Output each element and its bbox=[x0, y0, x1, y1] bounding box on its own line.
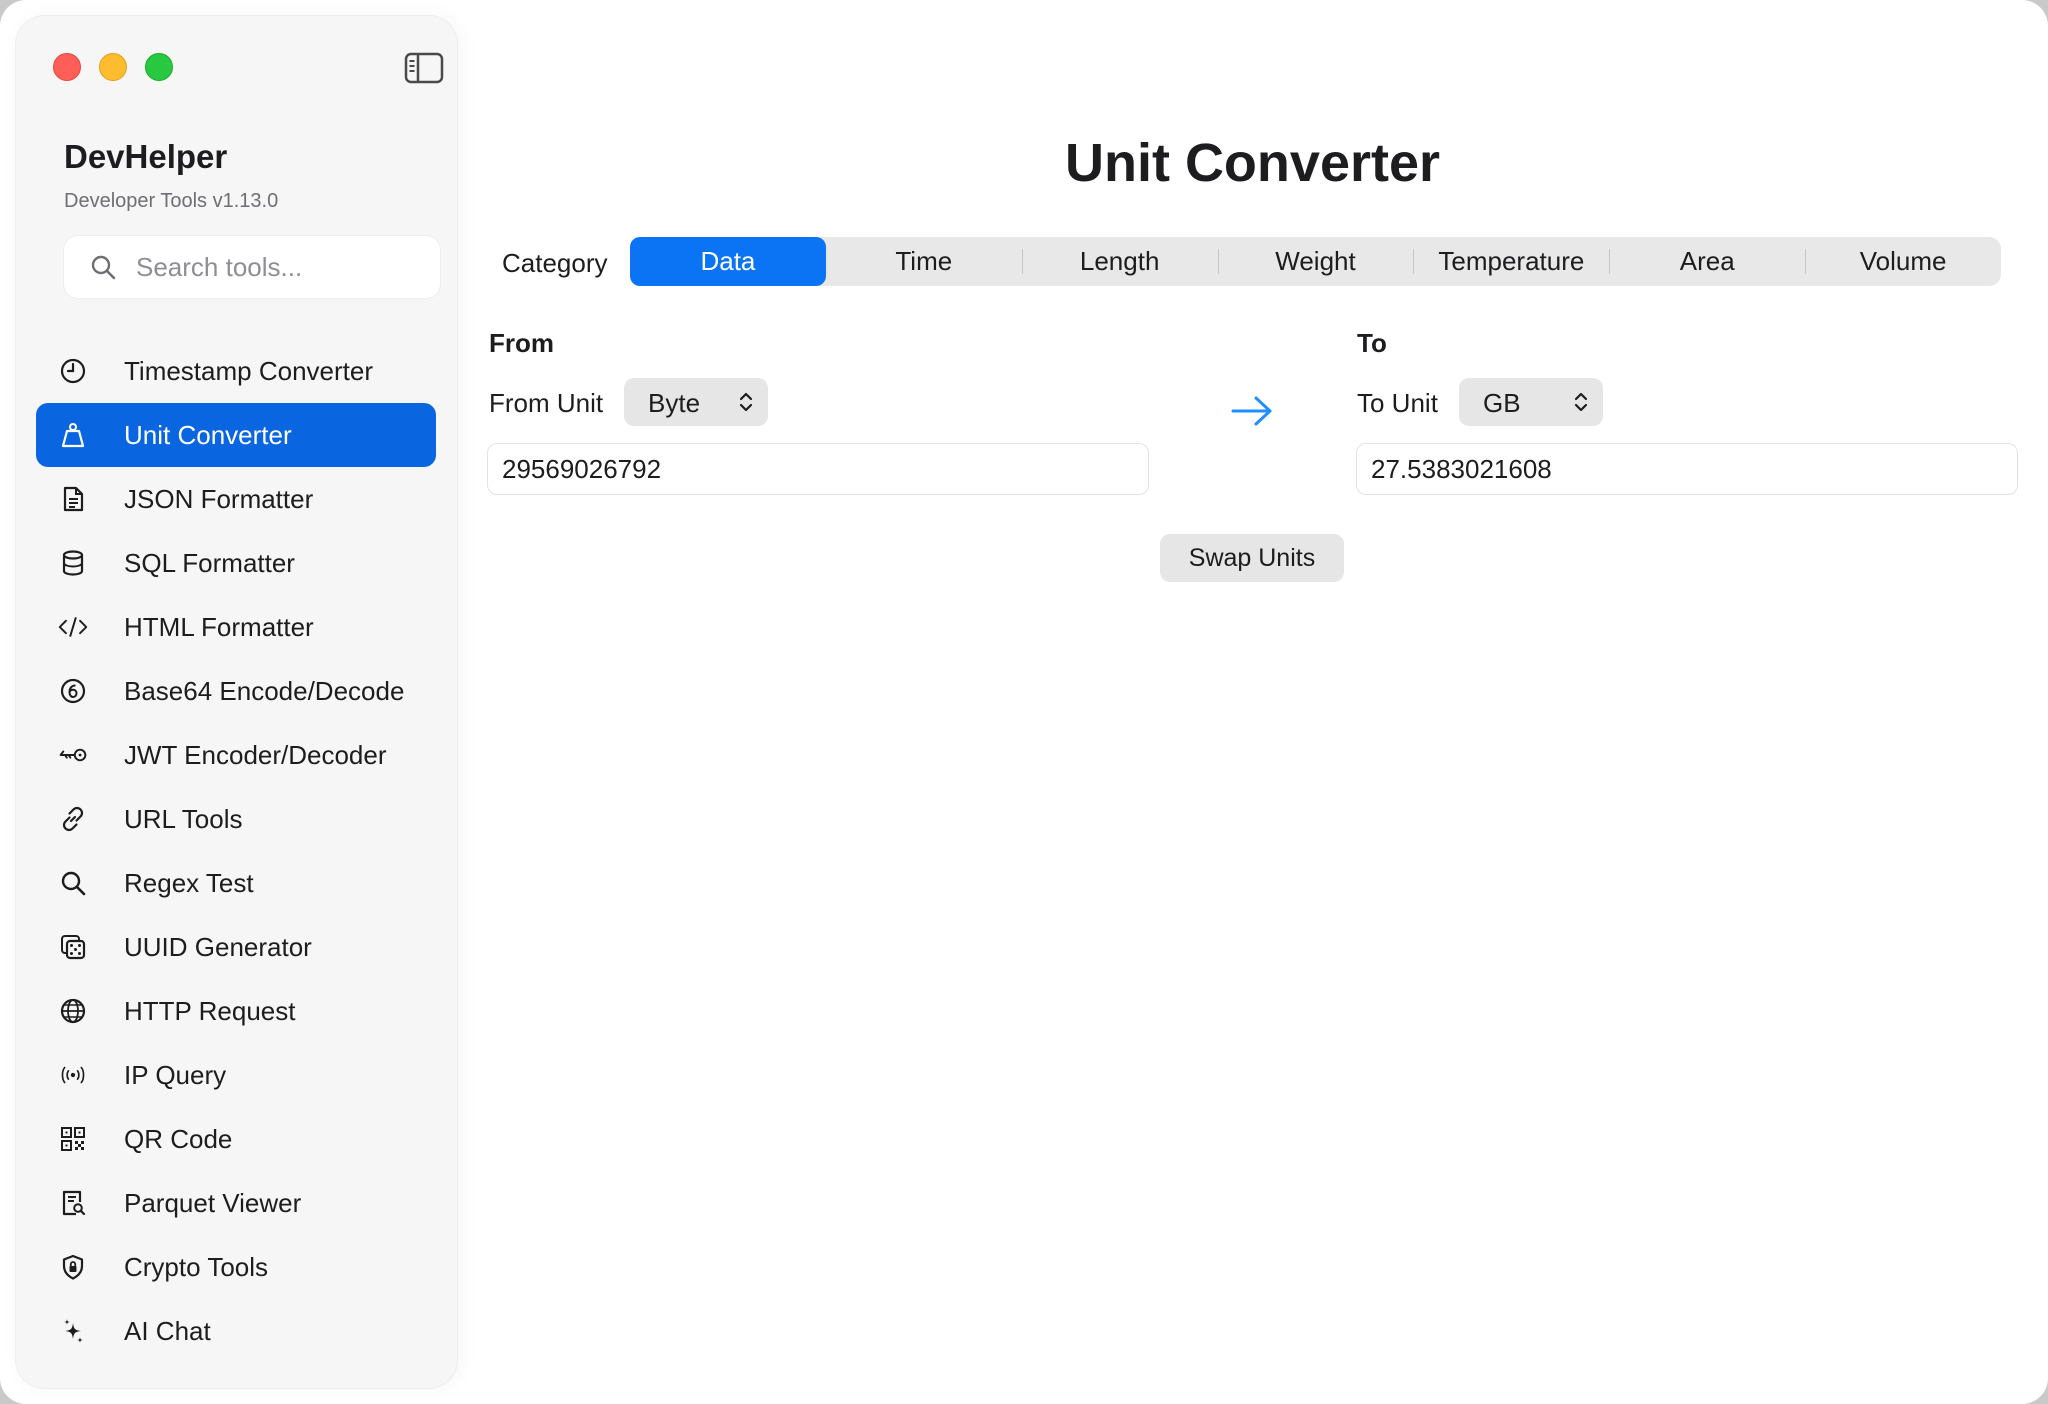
dice-icon bbox=[58, 932, 88, 962]
globe-icon bbox=[58, 996, 88, 1026]
tab-area[interactable]: Area bbox=[1609, 237, 1805, 286]
sidebar-item-url-tools[interactable]: URL Tools bbox=[36, 787, 436, 851]
main-content: Unit Converter Category Data Time Length… bbox=[457, 0, 2048, 1404]
app-name: DevHelper bbox=[64, 138, 228, 175]
sidebar-item-label: Regex Test bbox=[124, 867, 254, 898]
sidebar-item-label: HTML Formatter bbox=[124, 611, 314, 642]
tab-time[interactable]: Time bbox=[826, 237, 1022, 286]
app-window: DevHelper Developer Tools v1.13.0 Timest… bbox=[0, 0, 2048, 1404]
search-box[interactable] bbox=[64, 236, 440, 298]
sidebar-item-uuid-generator[interactable]: UUID Generator bbox=[36, 915, 436, 979]
sidebar-item-label: Base64 Encode/Decode bbox=[124, 675, 405, 706]
category-label: Category bbox=[502, 248, 608, 278]
clock-icon bbox=[58, 356, 88, 386]
close-window-button[interactable] bbox=[53, 53, 81, 81]
from-unit-select[interactable]: Byte bbox=[624, 378, 768, 426]
search-icon bbox=[91, 255, 116, 280]
zoom-window-button[interactable] bbox=[145, 53, 173, 81]
tab-weight[interactable]: Weight bbox=[1217, 237, 1414, 286]
circled-six-icon bbox=[58, 676, 88, 706]
from-unit-value: Byte bbox=[648, 388, 701, 418]
sidebar-item-json-formatter[interactable]: JSON Formatter bbox=[36, 467, 436, 531]
to-unit-label: To Unit bbox=[1357, 388, 1438, 418]
sparkles-icon bbox=[58, 1316, 88, 1346]
sidebar-item-http-request[interactable]: HTTP Request bbox=[36, 979, 436, 1043]
sidebar-item-ai-chat[interactable]: AI Chat bbox=[36, 1299, 436, 1363]
qrcode-icon bbox=[58, 1124, 88, 1154]
sidebar-item-ip-query[interactable]: IP Query bbox=[36, 1043, 436, 1107]
from-value-input[interactable] bbox=[500, 444, 1130, 494]
search-input[interactable] bbox=[134, 236, 424, 298]
sidebar-item-sql-formatter[interactable]: SQL Formatter bbox=[36, 531, 436, 595]
sidebar-item-label: UUID Generator bbox=[124, 931, 312, 962]
sidebar-item-jwt[interactable]: JWT Encoder/Decoder bbox=[36, 723, 436, 787]
code-icon bbox=[58, 612, 88, 642]
tab-volume[interactable]: Volume bbox=[1805, 237, 2001, 286]
sidebar-item-label: Unit Converter bbox=[124, 419, 292, 450]
sidebar-item-unit-converter[interactable]: Unit Converter bbox=[36, 403, 436, 467]
sidebar-toggle-icon[interactable] bbox=[404, 52, 444, 84]
tab-length[interactable]: Length bbox=[1021, 237, 1218, 286]
broadcast-icon bbox=[58, 1060, 88, 1090]
app-version: Developer Tools v1.13.0 bbox=[64, 190, 279, 212]
from-unit-label: From Unit bbox=[489, 388, 604, 418]
document-icon bbox=[58, 484, 88, 514]
magnifier-icon bbox=[58, 868, 88, 898]
sidebar-item-crypto-tools[interactable]: Crypto Tools bbox=[36, 1235, 436, 1299]
to-value-input[interactable] bbox=[1369, 444, 1999, 494]
to-unit-value: GB bbox=[1483, 388, 1521, 418]
arrow-right-icon bbox=[1231, 396, 1272, 426]
page-title: Unit Converter bbox=[1064, 133, 1441, 193]
from-title: From bbox=[489, 328, 554, 358]
to-title: To bbox=[1357, 328, 1387, 358]
sidebar-item-label: IP Query bbox=[124, 1059, 227, 1090]
from-value-field[interactable] bbox=[487, 443, 1149, 495]
sidebar-item-label: QR Code bbox=[124, 1123, 233, 1154]
sidebar-item-label: JSON Formatter bbox=[124, 483, 314, 514]
database-icon bbox=[58, 548, 88, 578]
chevron-up-down-icon bbox=[1574, 392, 1588, 412]
sidebar-item-label: AI Chat bbox=[124, 1315, 211, 1346]
swap-units-button[interactable]: Swap Units bbox=[1160, 534, 1344, 582]
key-icon bbox=[58, 740, 88, 770]
minimize-window-button[interactable] bbox=[99, 53, 127, 81]
link-icon bbox=[58, 804, 88, 834]
scale-icon bbox=[58, 420, 88, 450]
sidebar-item-base64[interactable]: Base64 Encode/Decode bbox=[36, 659, 436, 723]
to-unit-select[interactable]: GB bbox=[1459, 378, 1603, 426]
sidebar-item-label: Crypto Tools bbox=[124, 1251, 269, 1282]
tab-temperature[interactable]: Temperature bbox=[1413, 237, 1609, 286]
sidebar-item-parquet-viewer[interactable]: Parquet Viewer bbox=[36, 1171, 436, 1235]
sidebar: DevHelper Developer Tools v1.13.0 Timest… bbox=[16, 16, 457, 1388]
shield-lock-icon bbox=[58, 1252, 88, 1282]
sidebar-item-regex-test[interactable]: Regex Test bbox=[36, 851, 436, 915]
sidebar-item-label: Parquet Viewer bbox=[124, 1187, 302, 1218]
tool-list: Timestamp Converter Unit Converter JSON … bbox=[36, 339, 436, 1363]
sidebar-item-label: SQL Formatter bbox=[124, 547, 295, 578]
doc-search-icon bbox=[58, 1188, 88, 1218]
chevron-up-down-icon bbox=[739, 392, 753, 412]
sidebar-item-qr-code[interactable]: QR Code bbox=[36, 1107, 436, 1171]
sidebar-item-label: JWT Encoder/Decoder bbox=[124, 739, 387, 770]
sidebar-item-label: HTTP Request bbox=[124, 995, 296, 1026]
sidebar-item-label: URL Tools bbox=[124, 803, 243, 834]
category-segmented-control: Data Time Length Weight Temperature Area… bbox=[630, 237, 2001, 286]
to-value-field[interactable] bbox=[1356, 443, 2018, 495]
sidebar-item-html-formatter[interactable]: HTML Formatter bbox=[36, 595, 436, 659]
sidebar-item-timestamp-converter[interactable]: Timestamp Converter bbox=[36, 339, 436, 403]
sidebar-item-label: Timestamp Converter bbox=[124, 355, 373, 386]
tab-data[interactable]: Data bbox=[630, 237, 826, 286]
